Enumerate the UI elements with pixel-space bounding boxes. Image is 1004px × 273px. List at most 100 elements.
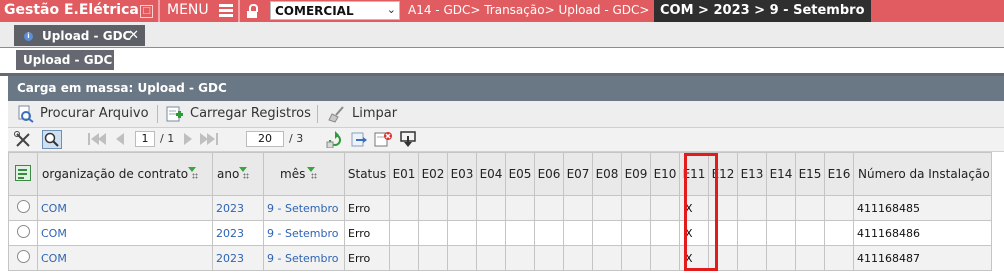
row-select-radio[interactable]: [8, 220, 38, 246]
clear-filter-icon[interactable]: [374, 131, 394, 148]
info-icon: i: [24, 32, 33, 41]
rows-per-page-input[interactable]: 20: [246, 131, 284, 147]
company-select[interactable]: COMERCIAL ⌄: [270, 1, 400, 20]
col-header-e06[interactable]: E06: [534, 152, 564, 196]
tab-underline: [0, 47, 1004, 48]
col-header-e08[interactable]: E08: [592, 152, 622, 196]
col-header-e15[interactable]: E15: [795, 152, 825, 196]
col-header-e09[interactable]: E09: [621, 152, 651, 196]
download-icon[interactable]: [400, 131, 418, 148]
col-header-e07[interactable]: E07: [563, 152, 593, 196]
sort-icon[interactable]: [188, 167, 198, 179]
settings-tools-icon[interactable]: [14, 131, 32, 148]
load-records-button[interactable]: Carregar Registros: [166, 105, 311, 123]
divider: [157, 105, 158, 123]
col-header-ano[interactable]: ano: [212, 152, 264, 196]
cell-e01: [389, 220, 419, 246]
col-header-e10[interactable]: E10: [650, 152, 680, 196]
cell-ano[interactable]: 2023: [212, 195, 264, 221]
cell-e09: [621, 245, 651, 271]
table-row[interactable]: COM 2023 9 - Setembro Erro X 411168486: [8, 220, 992, 246]
col-header-status[interactable]: Status: [344, 152, 390, 196]
first-page-icon[interactable]: [86, 131, 106, 148]
cell-e15: [795, 245, 825, 271]
cell-e16: [824, 195, 854, 221]
cell-status: Erro: [344, 245, 390, 271]
data-grid: organização de contrato ano mês Status E…: [8, 152, 992, 271]
cell-status: Erro: [344, 220, 390, 246]
cell-e10: [650, 195, 680, 221]
select-all-icon: [15, 164, 31, 181]
col-header-mes[interactable]: mês: [263, 152, 345, 196]
col-header-e02[interactable]: E02: [418, 152, 448, 196]
cell-e10: [650, 220, 680, 246]
col-header-org[interactable]: organização de contrato: [37, 152, 213, 196]
add-records-icon: [166, 106, 183, 122]
clear-button[interactable]: Limpar: [328, 105, 408, 123]
select-all-toggle[interactable]: [8, 152, 38, 196]
table-row[interactable]: COM 2023 9 - Setembro Erro X 411168485: [8, 195, 992, 221]
cell-e15: [795, 195, 825, 221]
cell-mes[interactable]: 9 - Setembro: [263, 220, 345, 246]
search-icon[interactable]: [42, 130, 62, 149]
page-total: / 1: [160, 132, 175, 145]
hamburger-icon[interactable]: [219, 4, 233, 18]
next-page-icon[interactable]: [182, 131, 194, 148]
tab-upload-gdc[interactable]: i Upload - GDC ✕: [14, 25, 145, 46]
lock-icon[interactable]: [246, 3, 258, 19]
col-header-e13[interactable]: E13: [737, 152, 767, 196]
cell-e03: [447, 195, 477, 221]
cell-e06: [534, 220, 564, 246]
cell-ano[interactable]: 2023: [212, 220, 264, 246]
cell-e08: [592, 195, 622, 221]
pager-toolbar: 1 / 1 20 / 3: [8, 128, 1004, 152]
col-header-e05[interactable]: E05: [505, 152, 535, 196]
cell-e05: [505, 245, 535, 271]
row-select-radio[interactable]: [8, 245, 38, 271]
sort-icon[interactable]: [239, 167, 249, 179]
cell-org[interactable]: COM: [37, 195, 213, 221]
cell-mes[interactable]: 9 - Setembro: [263, 245, 345, 271]
refresh-icon[interactable]: [326, 131, 344, 148]
context-indicator: COM > 2023 > 9 - Setembro: [654, 0, 871, 22]
cell-e01: [389, 245, 419, 271]
subtab-upload-gdc[interactable]: Upload - GDC: [16, 50, 114, 70]
col-header-e03[interactable]: E03: [447, 152, 477, 196]
page-input[interactable]: 1: [135, 131, 155, 147]
cell-e01: [389, 195, 419, 221]
cell-e07: [563, 220, 593, 246]
cell-e13: [737, 195, 767, 221]
last-page-icon[interactable]: [198, 131, 220, 148]
col-header-e14[interactable]: E14: [766, 152, 796, 196]
e11-column-highlight: [684, 153, 718, 271]
cell-mes[interactable]: 9 - Setembro: [263, 195, 345, 221]
table-row[interactable]: COM 2023 9 - Setembro Erro X 411168487: [8, 245, 992, 271]
prev-page-icon[interactable]: [114, 131, 126, 148]
cell-e04: [476, 245, 506, 271]
row-select-radio[interactable]: [8, 195, 38, 221]
panel-title: Carga em massa: Upload - GDC: [17, 81, 227, 95]
action-toolbar: Procurar Arquivo Carregar Registros Limp…: [8, 101, 1004, 128]
cell-org[interactable]: COM: [37, 245, 213, 271]
sort-icon[interactable]: [307, 167, 317, 179]
export-icon[interactable]: [350, 131, 368, 148]
menu-button[interactable]: MENU: [167, 2, 209, 18]
cell-org[interactable]: COM: [37, 220, 213, 246]
minimize-icon[interactable]: □: [140, 5, 153, 18]
col-header-e16[interactable]: E16: [824, 152, 854, 196]
cell-e02: [418, 195, 448, 221]
col-header-e01[interactable]: E01: [389, 152, 419, 196]
cell-ano[interactable]: 2023: [212, 245, 264, 271]
rows-total: / 3: [289, 132, 304, 145]
breadcrumb[interactable]: A14 - GDC> Transação> Upload - GDC>: [408, 3, 649, 17]
col-header-label: organização de contrato: [42, 167, 189, 181]
col-header-instalacao[interactable]: Número da Instalação: [853, 152, 992, 196]
cell-e02: [418, 245, 448, 271]
cell-e14: [766, 220, 796, 246]
col-header-e04[interactable]: E04: [476, 152, 506, 196]
browse-file-button[interactable]: Procurar Arquivo: [16, 105, 151, 123]
grid-header-row: organização de contrato ano mês Status E…: [8, 152, 992, 196]
close-icon[interactable]: ✕: [128, 28, 139, 43]
cell-e09: [621, 195, 651, 221]
cell-e15: [795, 220, 825, 246]
